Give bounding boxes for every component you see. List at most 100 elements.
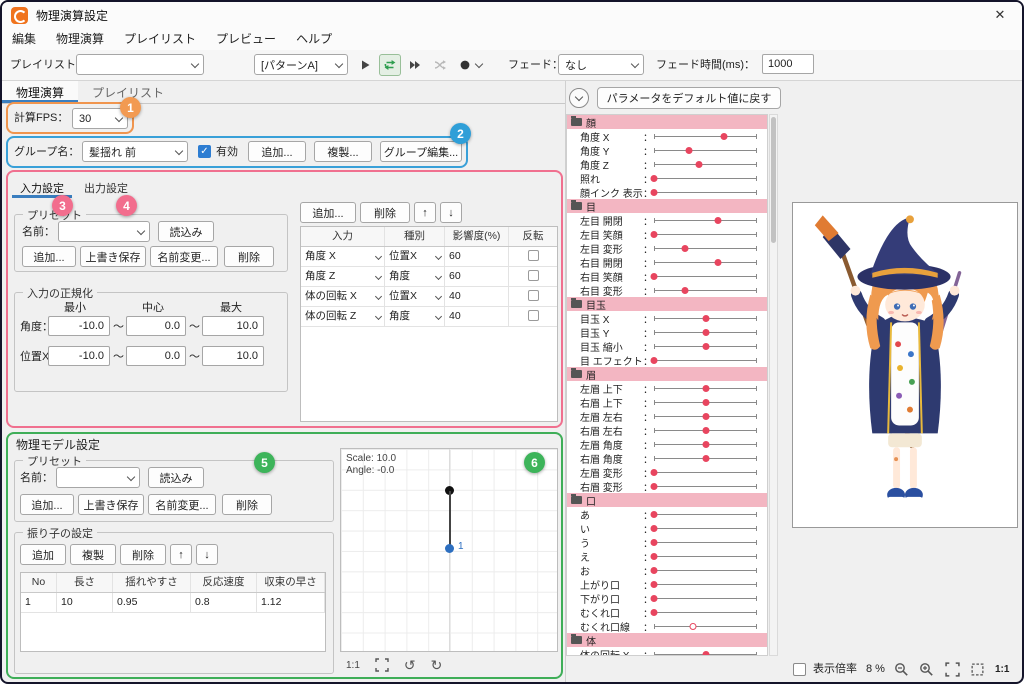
- param-group-header[interactable]: 口: [567, 493, 767, 507]
- group-duplicate-button[interactable]: 複製...: [314, 141, 372, 162]
- param-slider[interactable]: [654, 549, 757, 563]
- loop-toggle-button[interactable]: [379, 54, 401, 76]
- input-preset-add-button[interactable]: 追加...: [22, 246, 76, 267]
- actual-size-button[interactable]: 1:1: [995, 660, 1009, 680]
- slider-handle[interactable]: [702, 329, 709, 336]
- group-name-combo[interactable]: 髪揺れ 前: [82, 141, 188, 162]
- group-edit-button[interactable]: グループ編集...: [380, 141, 462, 162]
- canvas-ratio-button[interactable]: 1:1: [346, 660, 360, 671]
- param-slider[interactable]: [654, 437, 757, 451]
- param-slider[interactable]: [654, 129, 757, 143]
- param-slider[interactable]: [654, 535, 757, 549]
- param-slider[interactable]: [654, 423, 757, 437]
- slider-handle[interactable]: [702, 455, 709, 462]
- param-slider[interactable]: [654, 647, 757, 656]
- param-group-header[interactable]: 眉: [567, 367, 767, 381]
- fit-window-button[interactable]: [945, 662, 960, 677]
- input-preset-load-button[interactable]: 読込み: [158, 221, 214, 242]
- fit-view-icon[interactable]: [375, 658, 389, 672]
- collapse-parameters-button[interactable]: [569, 88, 589, 108]
- param-slider[interactable]: [654, 381, 757, 395]
- slider-handle[interactable]: [651, 595, 658, 602]
- param-slider[interactable]: [654, 451, 757, 465]
- normalize-angle-max[interactable]: 10.0: [202, 316, 264, 336]
- param-slider[interactable]: [654, 479, 757, 493]
- influence-cell[interactable]: 40: [445, 287, 509, 306]
- invert-checkbox[interactable]: [528, 270, 539, 281]
- slider-handle[interactable]: [651, 567, 658, 574]
- tab-physics[interactable]: 物理演算: [2, 81, 78, 103]
- influence-cell[interactable]: 60: [445, 267, 509, 286]
- pendulum-cell[interactable]: 1.12: [257, 593, 325, 612]
- menu-preview[interactable]: プレビュー: [206, 28, 286, 50]
- param-slider[interactable]: [654, 395, 757, 409]
- param-slider[interactable]: [654, 353, 757, 367]
- fade-combo[interactable]: なし: [558, 54, 644, 75]
- input-type-combo[interactable]: 角度: [385, 307, 445, 326]
- menu-physics[interactable]: 物理演算: [46, 28, 114, 50]
- pendulum-cell[interactable]: 10: [57, 593, 113, 612]
- model-preset-save-button[interactable]: 上書き保存: [78, 494, 144, 515]
- param-slider[interactable]: [654, 325, 757, 339]
- param-group-header[interactable]: 目: [567, 199, 767, 213]
- model-preset-load-button[interactable]: 読込み: [148, 467, 204, 488]
- param-slider[interactable]: [654, 255, 757, 269]
- menu-playlist[interactable]: プレイリスト: [114, 28, 206, 50]
- slider-handle[interactable]: [681, 287, 688, 294]
- slider-handle[interactable]: [651, 469, 658, 476]
- param-slider[interactable]: [654, 185, 757, 199]
- input-type-combo[interactable]: 位置X: [385, 287, 445, 306]
- input-param-combo[interactable]: 体の回転 Z: [301, 307, 385, 326]
- undo-icon[interactable]: ↺: [404, 657, 416, 673]
- slider-handle[interactable]: [651, 539, 658, 546]
- normalize-angle-min[interactable]: -10.0: [48, 316, 110, 336]
- normalize-posx-center[interactable]: 0.0: [126, 346, 186, 366]
- slider-handle[interactable]: [721, 133, 728, 140]
- input-preset-rename-button[interactable]: 名前変更...: [150, 246, 218, 267]
- slider-handle[interactable]: [702, 399, 709, 406]
- param-slider[interactable]: [654, 619, 757, 633]
- pendulum-cell[interactable]: 0.8: [191, 593, 257, 612]
- model-preset-rename-button[interactable]: 名前変更...: [148, 494, 216, 515]
- slider-handle[interactable]: [714, 217, 721, 224]
- pendulum-cell[interactable]: 1: [21, 593, 57, 612]
- slider-handle[interactable]: [651, 231, 658, 238]
- pendulum-canvas[interactable]: Scale: 10.0 Angle: -0.0 1: [340, 448, 558, 652]
- pendulum-move-up-button[interactable]: ↑: [170, 544, 192, 565]
- param-slider[interactable]: [654, 311, 757, 325]
- param-slider[interactable]: [654, 563, 757, 577]
- normalize-angle-center[interactable]: 0.0: [126, 316, 186, 336]
- invert-checkbox[interactable]: [528, 310, 539, 321]
- param-group-header[interactable]: 目玉: [567, 297, 767, 311]
- param-slider[interactable]: [654, 171, 757, 185]
- pendulum-table-row[interactable]: 1100.950.81.12: [21, 593, 325, 613]
- slider-handle[interactable]: [702, 651, 709, 657]
- slider-handle[interactable]: [686, 147, 693, 154]
- slider-handle[interactable]: [651, 511, 658, 518]
- param-slider[interactable]: [654, 605, 757, 619]
- slider-handle[interactable]: [651, 175, 658, 182]
- reset-parameters-button[interactable]: パラメータをデフォルト値に戻す: [597, 87, 781, 109]
- slider-handle[interactable]: [651, 581, 658, 588]
- param-slider[interactable]: [654, 465, 757, 479]
- slider-handle[interactable]: [690, 623, 697, 630]
- menu-help[interactable]: ヘルプ: [286, 28, 342, 50]
- normalize-posx-min[interactable]: -10.0: [48, 346, 110, 366]
- parameter-scrollbar[interactable]: [769, 114, 778, 656]
- slider-handle[interactable]: [702, 427, 709, 434]
- param-slider[interactable]: [654, 591, 757, 605]
- param-slider[interactable]: [654, 241, 757, 255]
- pendulum-duplicate-button[interactable]: 複製: [70, 544, 116, 565]
- model-preview-view[interactable]: [792, 202, 1018, 528]
- slider-handle[interactable]: [651, 189, 658, 196]
- frame-view-button[interactable]: [970, 662, 985, 677]
- slider-handle[interactable]: [651, 525, 658, 532]
- slider-handle[interactable]: [702, 413, 709, 420]
- param-slider[interactable]: [654, 507, 757, 521]
- input-param-combo[interactable]: 角度 X: [301, 247, 385, 266]
- slider-handle[interactable]: [696, 161, 703, 168]
- zoom-in-button[interactable]: [919, 662, 934, 677]
- param-group-header[interactable]: 体: [567, 633, 767, 647]
- zoom-ratio-checkbox[interactable]: [793, 663, 806, 676]
- slider-handle[interactable]: [651, 483, 658, 490]
